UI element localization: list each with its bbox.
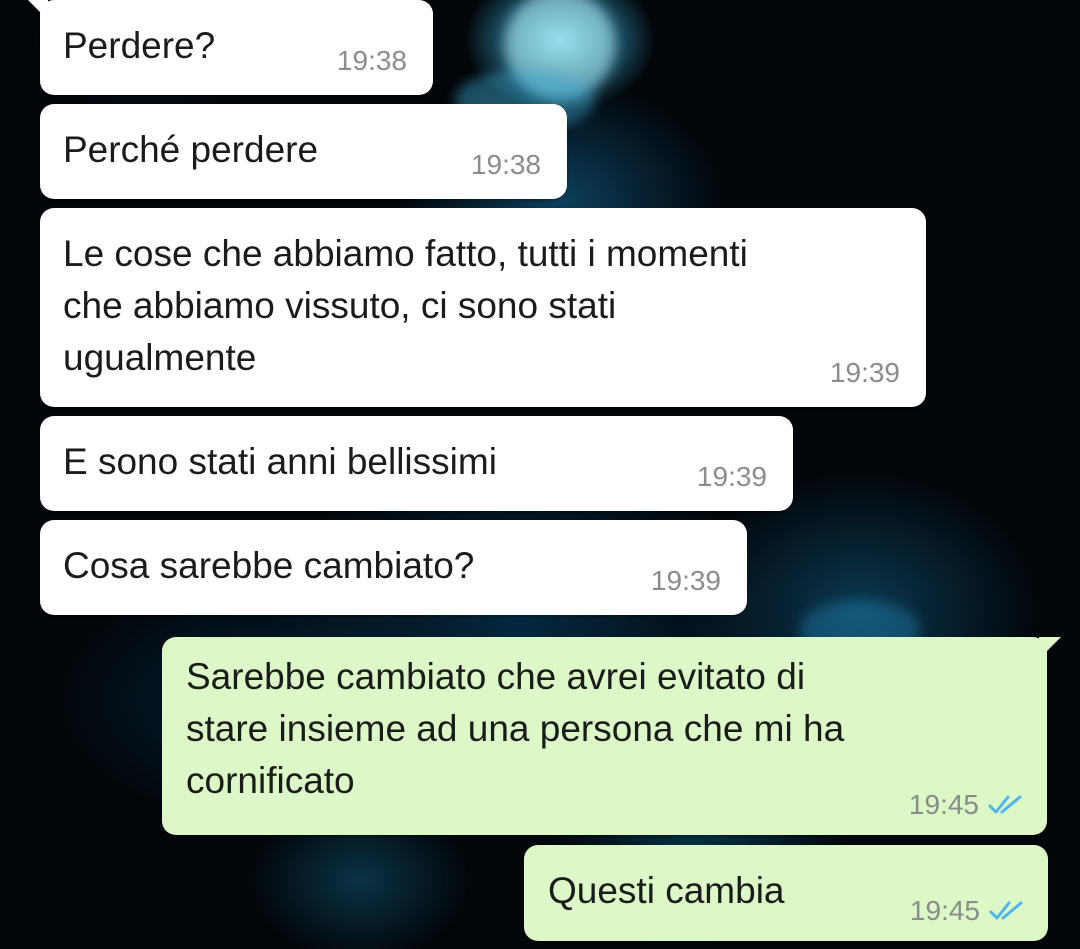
- message-text: Perché perdere: [63, 129, 319, 170]
- message-text: Perdere?: [63, 25, 216, 66]
- message-meta: 19:39: [697, 461, 767, 493]
- message-bubble-outgoing[interactable]: Questi cambia 19:45: [524, 845, 1048, 941]
- message-time: 19:45: [909, 895, 980, 926]
- message-time: 19:39: [829, 357, 900, 388]
- message-bubble-incoming[interactable]: E sono stati anni bellissimi 19:39: [40, 416, 793, 511]
- message-meta: 19:39: [651, 565, 721, 597]
- message-meta: 19:39: [830, 357, 900, 389]
- message-time: 19:45: [908, 789, 979, 820]
- message-meta: 19:38: [337, 45, 407, 77]
- message-list[interactable]: Perdere? 19:38 Perché perdere 19:38 Le c…: [0, 0, 1080, 949]
- message-bubble-incoming[interactable]: Perdere? 19:38: [28, 0, 433, 95]
- message-text: Questi cambia: [548, 870, 785, 911]
- message-meta: 19:45: [909, 789, 1027, 821]
- message-time: 19:39: [696, 461, 767, 492]
- bubble-tail: [1039, 637, 1061, 659]
- message-time: 19:38: [470, 149, 541, 180]
- bubble-tail: [28, 0, 48, 20]
- double-check-icon: [988, 795, 1022, 814]
- message-bubble-incoming[interactable]: Le cose che abbiamo fatto, tutti i momen…: [40, 208, 926, 407]
- message-text: Sarebbe cambiato che avrei evitato di st…: [186, 656, 845, 801]
- double-check-icon: [989, 901, 1023, 920]
- message-text: Cosa sarebbe cambiato?: [63, 545, 475, 586]
- message-bubble-incoming[interactable]: Perché perdere 19:38: [40, 104, 567, 199]
- message-text: E sono stati anni bellissimi: [63, 441, 497, 482]
- message-meta: 19:38: [471, 149, 541, 181]
- message-time: 19:39: [650, 565, 721, 596]
- message-meta: 19:45: [910, 895, 1028, 927]
- message-text: Le cose che abbiamo fatto, tutti i momen…: [63, 233, 748, 378]
- message-time: 19:38: [336, 45, 407, 76]
- message-bubble-incoming[interactable]: Cosa sarebbe cambiato? 19:39: [40, 520, 747, 615]
- message-bubble-outgoing[interactable]: Sarebbe cambiato che avrei evitato di st…: [162, 637, 1061, 835]
